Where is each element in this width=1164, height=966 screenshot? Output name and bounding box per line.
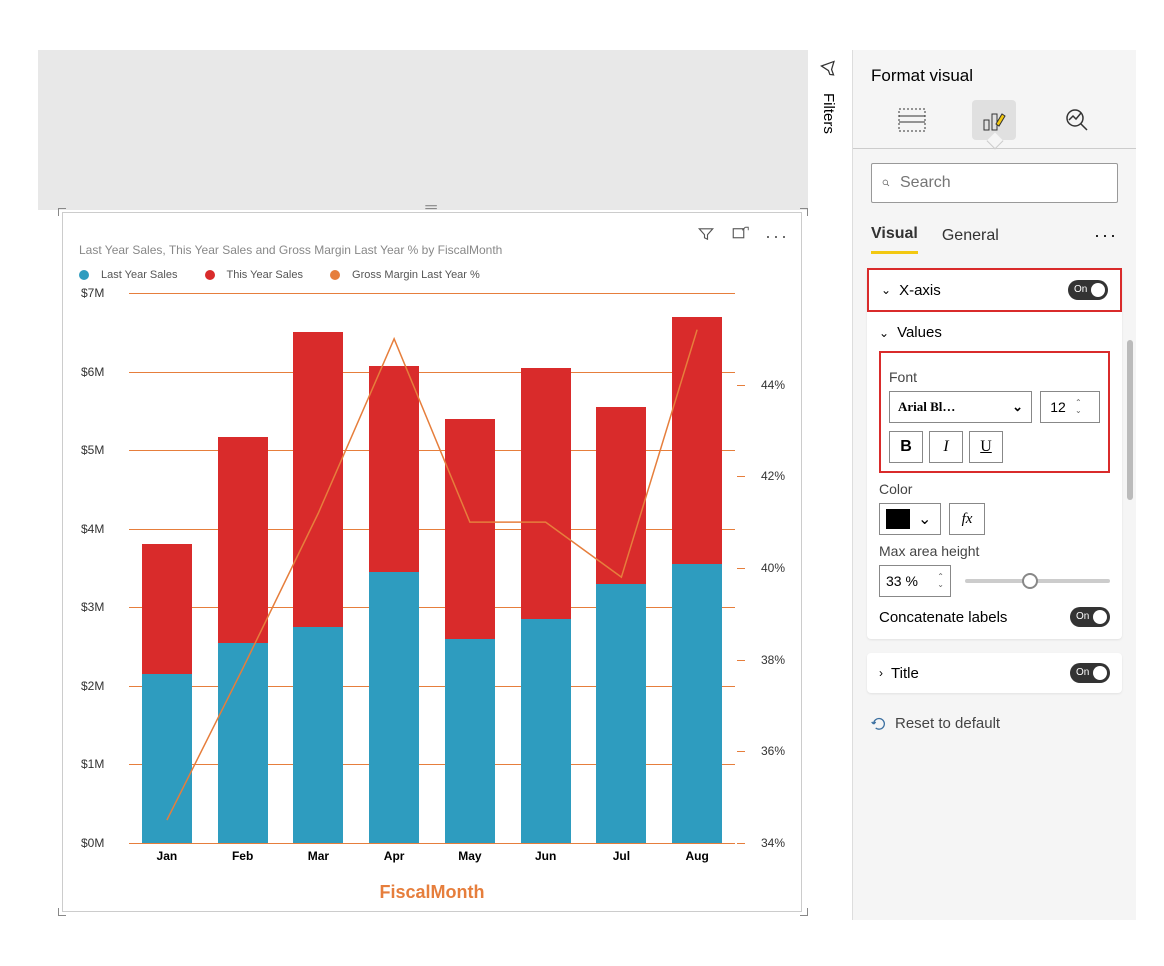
chevron-down-icon: ⌄: [918, 509, 931, 529]
format-pane: Format visual Visual General ··· ⌄ X-axi…: [852, 50, 1136, 920]
underline-button[interactable]: U: [969, 431, 1003, 463]
bar-Jan[interactable]: Jan: [142, 293, 192, 843]
y2-axis-tick: 34%: [761, 836, 785, 850]
filters-label: Filters: [820, 93, 837, 134]
y-axis-tick: $7M: [81, 286, 104, 300]
slider-thumb[interactable]: [1022, 573, 1038, 589]
tabs-more-icon[interactable]: ···: [1094, 225, 1118, 246]
chart-plot-area: $0M$1M$2M$3M$4M$5M$6M$7M34%36%38%40%42%4…: [79, 293, 785, 861]
focus-mode-icon[interactable]: [731, 225, 749, 248]
chevron-right-icon: ›: [879, 666, 883, 680]
fx-button[interactable]: fx: [949, 503, 985, 535]
chart-legend: Last Year Sales This Year Sales Gross Ma…: [79, 269, 504, 281]
y-axis-tick: $6M: [81, 365, 104, 379]
concatenate-toggle[interactable]: On: [1070, 607, 1110, 627]
color-label: Color: [879, 481, 1110, 497]
tab-general[interactable]: General: [942, 219, 999, 253]
report-canvas-bg: [38, 50, 808, 210]
x-axis-title: FiscalMonth: [379, 882, 484, 903]
y-axis-tick: $0M: [81, 836, 104, 850]
chevron-down-icon: ⌄: [881, 283, 891, 297]
search-icon: [882, 174, 890, 192]
y2-axis-tick: 40%: [761, 561, 785, 575]
bar-Aug[interactable]: Aug: [672, 293, 722, 843]
y2-axis-tick: 38%: [761, 653, 785, 667]
y2-axis-tick: 42%: [761, 469, 785, 483]
title-toggle[interactable]: On: [1070, 663, 1110, 683]
filters-pane-collapsed[interactable]: Filters: [820, 60, 850, 134]
pane-title: Format visual: [853, 50, 1136, 94]
section-x-axis: ⌄ X-axis On ⌄ Values Font Arial Bl… ⌄: [867, 268, 1122, 639]
search-input[interactable]: [900, 174, 1107, 192]
scrollbar-thumb[interactable]: [1127, 340, 1133, 500]
x-axis-category: Aug: [672, 849, 722, 863]
chart-title: Last Year Sales, This Year Sales and Gro…: [79, 243, 502, 257]
bar-Jun[interactable]: Jun: [521, 293, 571, 843]
y2-axis-tick: 36%: [761, 744, 785, 758]
bold-button[interactable]: B: [889, 431, 923, 463]
tab-visual[interactable]: Visual: [871, 217, 918, 254]
x-axis-category: Mar: [293, 849, 343, 863]
x-axis-header[interactable]: ⌄ X-axis On: [867, 268, 1122, 312]
x-axis-label: X-axis: [899, 282, 941, 299]
drag-grip-icon[interactable]: ═: [425, 199, 438, 217]
y-axis-tick: $2M: [81, 679, 104, 693]
font-family-select[interactable]: Arial Bl… ⌄: [889, 391, 1032, 423]
concatenate-label: Concatenate labels: [879, 609, 1007, 626]
bar-Feb[interactable]: Feb: [218, 293, 268, 843]
color-picker[interactable]: ⌄: [879, 503, 941, 535]
color-chip: [886, 509, 910, 529]
format-scroll-area[interactable]: ⌄ X-axis On ⌄ Values Font Arial Bl… ⌄: [853, 254, 1136, 914]
section-title: › Title On: [867, 653, 1122, 693]
max-height-label: Max area height: [879, 543, 1110, 559]
bar-Mar[interactable]: Mar: [293, 293, 343, 843]
more-options-icon[interactable]: ···: [765, 226, 789, 247]
format-visual-tab[interactable]: [972, 100, 1016, 140]
spinner-down[interactable]: ⌄: [1075, 407, 1082, 415]
spinner-down[interactable]: ⌄: [937, 581, 944, 589]
chevron-down-icon: ⌄: [1012, 399, 1023, 415]
x-axis-category: Jul: [596, 849, 646, 863]
max-height-input[interactable]: 33 % ⌃⌄: [879, 565, 951, 597]
y-axis-tick: $5M: [81, 443, 104, 457]
analytics-tab[interactable]: [1055, 100, 1099, 140]
chevron-down-icon: ⌄: [879, 326, 889, 340]
y-axis-tick: $1M: [81, 757, 104, 771]
font-label: Font: [889, 369, 1100, 385]
reset-icon: [871, 716, 887, 732]
y-axis-tick: $4M: [81, 522, 104, 536]
build-visual-tab[interactable]: [890, 100, 934, 140]
font-size-input[interactable]: ⌃⌄: [1040, 391, 1100, 423]
y-axis-tick: $3M: [81, 600, 104, 614]
values-label: Values: [897, 324, 942, 341]
bar-Jul[interactable]: Jul: [596, 293, 646, 843]
search-input-wrap[interactable]: [871, 163, 1118, 203]
filter-icon[interactable]: [697, 225, 715, 248]
title-label: Title: [891, 665, 919, 682]
values-header[interactable]: ⌄ Values: [879, 318, 1110, 347]
chart-visual[interactable]: ═ ··· Last Year Sales, This Year Sales a…: [62, 212, 802, 912]
x-axis-category: Jan: [142, 849, 192, 863]
reset-to-default[interactable]: Reset to default: [867, 707, 1122, 740]
font-settings-group: Font Arial Bl… ⌄ ⌃⌄ B I: [879, 351, 1110, 473]
max-height-slider[interactable]: [965, 579, 1110, 583]
x-axis-category: Apr: [369, 849, 419, 863]
x-axis-toggle[interactable]: On: [1068, 280, 1108, 300]
bar-Apr[interactable]: Apr: [369, 293, 419, 843]
x-axis-category: Feb: [218, 849, 268, 863]
filters-icon: [817, 57, 843, 83]
italic-button[interactable]: I: [929, 431, 963, 463]
title-header[interactable]: › Title On: [867, 653, 1122, 693]
bar-May[interactable]: May: [445, 293, 495, 843]
x-axis-category: May: [445, 849, 495, 863]
x-axis-category: Jun: [521, 849, 571, 863]
y2-axis-tick: 44%: [761, 378, 785, 392]
format-mode-tabs: [853, 94, 1136, 140]
